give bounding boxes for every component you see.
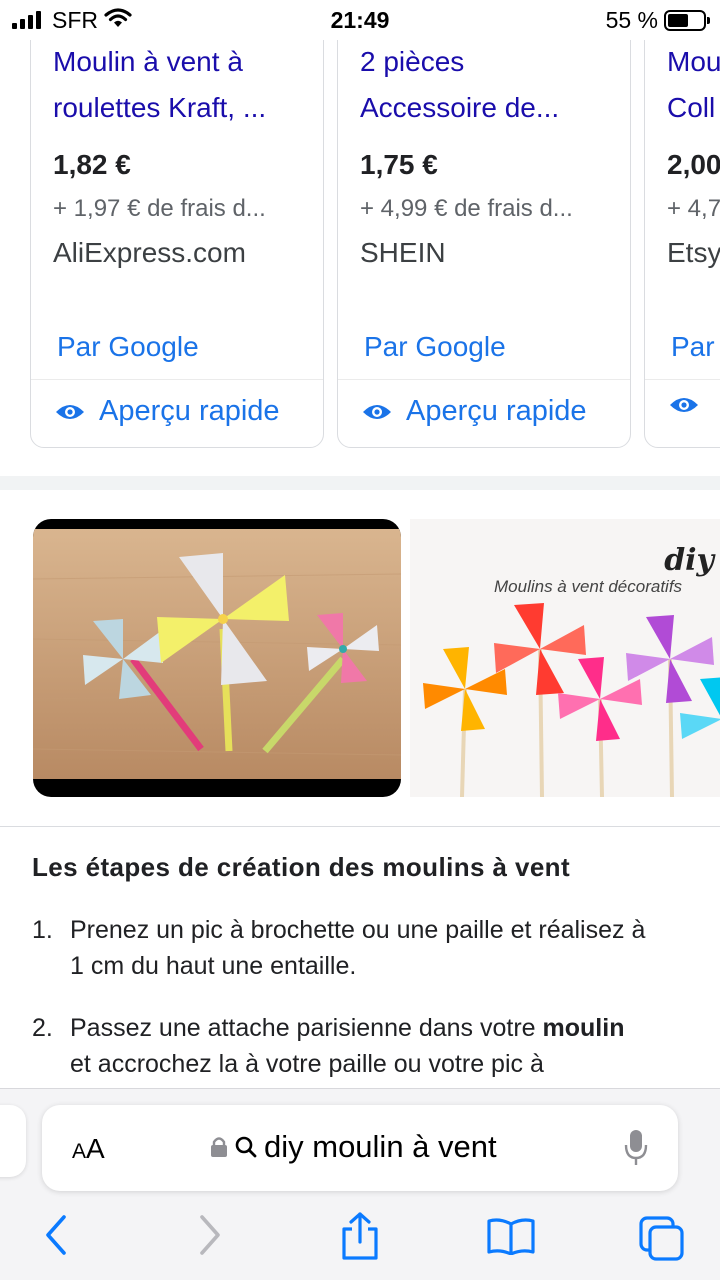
steps-list: 1. Prenez un pic à brochette ou une pail…	[32, 912, 702, 1108]
quick-view-button[interactable]	[669, 395, 713, 415]
by-google-link[interactable]: Par Google	[57, 331, 199, 363]
browser-toolbar: AA diy moulin à vent	[0, 1088, 720, 1280]
text-size-button[interactable]: AA	[72, 1133, 105, 1165]
product-card[interactable]: Mou Coll 2,00 + 4,7 Etsy Par	[644, 0, 720, 448]
by-google-link[interactable]: Par	[671, 331, 715, 363]
list-item: 1. Prenez un pic à brochette ou une pail…	[32, 916, 646, 980]
product-store: SHEIN	[360, 237, 446, 268]
steps-heading: Les étapes de création des moulins à ven…	[32, 852, 571, 882]
address-field[interactable]: diy moulin à vent	[210, 1129, 497, 1165]
product-title[interactable]: 2 pièces Accessoire de...	[360, 39, 620, 131]
product-price: 2,00	[667, 149, 720, 180]
eye-icon	[363, 404, 391, 419]
share-icon[interactable]	[338, 1211, 382, 1261]
product-price: 1,82 €	[53, 149, 131, 180]
microphone-icon[interactable]	[624, 1129, 648, 1167]
bookmarks-icon[interactable]	[486, 1217, 536, 1255]
product-shipping: + 4,99 € de frais d...	[360, 195, 573, 222]
eye-icon	[56, 404, 84, 419]
card-divider	[338, 379, 630, 380]
product-price: 1,75 €	[360, 149, 438, 180]
product-title[interactable]: Mou Coll	[667, 39, 720, 131]
product-card[interactable]: 2 pièces Accessoire de... 1,75 € + 4,99 …	[337, 0, 631, 448]
status-bar: SFR 21:49 55 %	[0, 0, 720, 40]
battery-icon	[664, 10, 710, 31]
battery-percentage: 55 %	[605, 7, 658, 33]
card-divider	[645, 379, 720, 380]
product-store: Etsy	[667, 237, 720, 268]
back-icon[interactable]	[42, 1213, 70, 1257]
product-shipping: + 1,97 € de frais d...	[53, 195, 266, 222]
address-bar[interactable]: AA diy moulin à vent	[42, 1105, 678, 1191]
forward-icon[interactable]	[196, 1213, 224, 1257]
section-divider	[0, 476, 720, 490]
product-shipping: + 4,7	[667, 195, 720, 222]
card-divider	[31, 379, 323, 380]
search-icon	[235, 1136, 257, 1158]
list-item: 2. Passez une attache parisienne dans vo…	[32, 1014, 625, 1078]
image-brand-text: diy	[664, 543, 714, 578]
tabs-icon[interactable]	[638, 1215, 686, 1261]
lock-icon	[211, 1137, 227, 1157]
product-title[interactable]: Moulin à vent à roulettes Kraft, ...	[53, 39, 313, 131]
shopping-results-carousel[interactable]: Moulin à vent à roulettes Kraft, ... 1,8…	[0, 0, 720, 480]
pinwheel-image-diy[interactable]: diy Moulins à vent décoratifs	[410, 519, 720, 797]
quick-view-button[interactable]: Aperçu rapide	[362, 395, 587, 428]
section-divider	[0, 826, 720, 827]
product-card[interactable]: Moulin à vent à roulettes Kraft, ... 1,8…	[30, 0, 324, 448]
image-caption: Moulins à vent décoratifs	[494, 577, 683, 596]
pinwheel-image-wood[interactable]	[33, 519, 401, 797]
previous-tab-preview[interactable]	[0, 1105, 26, 1177]
by-google-link[interactable]: Par Google	[364, 331, 506, 363]
eye-icon	[670, 398, 698, 412]
quick-view-button[interactable]: Aperçu rapide	[55, 395, 280, 428]
product-store: AliExpress.com	[53, 237, 246, 268]
